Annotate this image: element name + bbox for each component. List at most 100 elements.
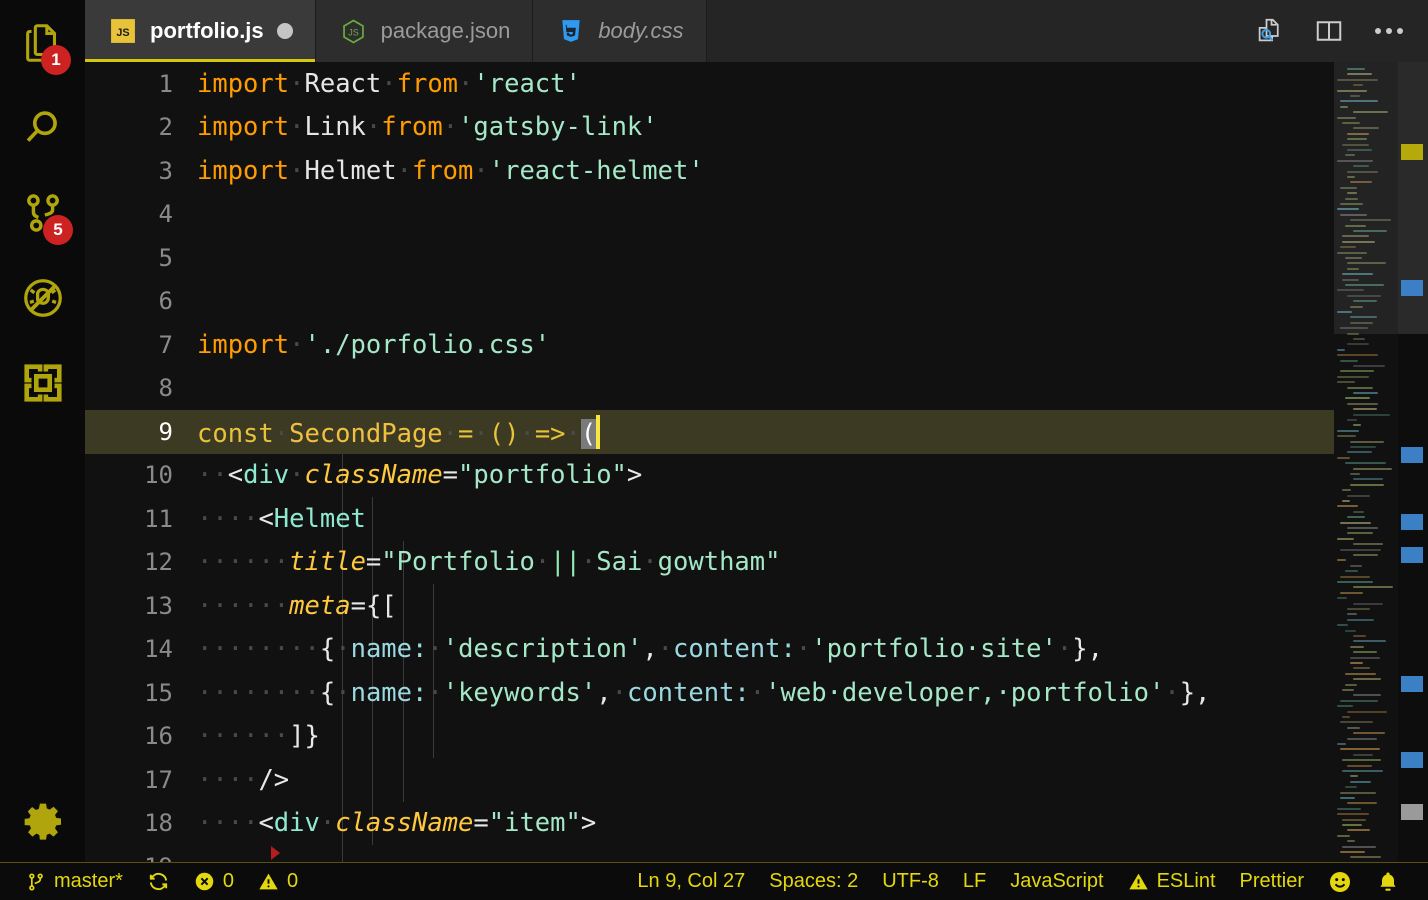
minimap[interactable] <box>1334 62 1398 862</box>
code-line[interactable]: 10··<div·className="portfolio"> <box>85 454 1334 498</box>
code-line[interactable]: 1import·React·from·'react' <box>85 62 1334 106</box>
status-indentation-label: Spaces: 2 <box>769 870 858 893</box>
open-preview-icon[interactable] <box>1252 14 1286 48</box>
code-line[interactable]: 17····/> <box>85 758 1334 802</box>
overview-ruler[interactable] <box>1398 62 1428 862</box>
tab-bar: JS portfolio.js JS package.json <box>85 0 1428 62</box>
dirty-indicator[interactable] <box>277 23 293 39</box>
code-content[interactable]: 1import·React·from·'react'2import·Link·f… <box>85 62 1334 862</box>
status-eol[interactable]: LF <box>951 863 998 900</box>
code-line[interactable]: 5 <box>85 236 1334 280</box>
minimap-row <box>1337 349 1345 351</box>
minimap-row <box>1350 473 1360 475</box>
minimap-row <box>1337 808 1361 810</box>
minimap-row <box>1350 657 1380 659</box>
line-text: ········{·name:·'description',·content:·… <box>197 634 1334 664</box>
token: · <box>443 112 458 142</box>
token: "portfolio" <box>458 460 627 490</box>
status-language-mode[interactable]: JavaScript <box>998 863 1115 900</box>
minimap-row <box>1340 592 1363 594</box>
code-line[interactable]: 18····<div·className="item"> <box>85 802 1334 846</box>
minimap-row <box>1337 381 1355 383</box>
minimap-row <box>1353 511 1364 513</box>
code-line[interactable]: 12······title="Portfolio·||·Sai·gowtham" <box>85 541 1334 585</box>
js-icon: JS <box>109 17 137 45</box>
minimap-row <box>1350 441 1384 443</box>
more-actions-icon[interactable] <box>1372 14 1406 48</box>
token: ·· <box>228 678 259 708</box>
code-line[interactable]: 2import·Link·from·'gatsby-link' <box>85 106 1334 150</box>
token: ·· <box>258 678 289 708</box>
token: import <box>197 112 289 142</box>
status-warnings[interactable]: 0 <box>246 863 310 900</box>
token: ]} <box>289 721 320 751</box>
minimap-row <box>1337 624 1348 626</box>
source-control-badge: 5 <box>43 215 73 245</box>
token: {[ <box>366 591 397 621</box>
tab-body-css[interactable]: body.css <box>533 0 706 62</box>
status-prettier-label: Prettier <box>1240 870 1304 893</box>
fold-marker-icon[interactable] <box>271 846 280 860</box>
minimap-row <box>1337 430 1359 432</box>
minimap-row <box>1353 424 1361 426</box>
token: from <box>381 112 442 142</box>
status-feedback[interactable] <box>1316 863 1364 900</box>
token: SecondPage <box>289 419 443 449</box>
minimap-row <box>1350 484 1384 486</box>
code-line[interactable]: 7import·'./porfolio.css' <box>85 323 1334 367</box>
minimap-row <box>1337 559 1346 561</box>
activity-item-run-debug[interactable] <box>0 255 85 340</box>
token: · <box>566 419 581 449</box>
code-line[interactable]: 11····<Helmet <box>85 497 1334 541</box>
ruler-decoration <box>1401 547 1423 563</box>
line-text: ······]} <box>197 721 1334 751</box>
code-line[interactable]: 15········{·name:·'keywords',·content:·'… <box>85 671 1334 715</box>
code-line[interactable]: 13······meta={[ <box>85 584 1334 628</box>
token: ·· <box>228 504 259 534</box>
status-prettier[interactable]: Prettier <box>1228 863 1316 900</box>
code-line[interactable]: 16······]} <box>85 715 1334 759</box>
tab-label: body.css <box>598 18 683 44</box>
status-branch[interactable]: master* <box>14 863 135 900</box>
split-editor-icon[interactable] <box>1312 14 1346 48</box>
status-notifications[interactable] <box>1364 863 1412 900</box>
editor: 1import·React·from·'react'2import·Link·f… <box>85 62 1428 862</box>
token: , <box>642 634 657 664</box>
line-number: 16 <box>85 722 197 750</box>
token: · <box>289 112 304 142</box>
token: 'portfolio·site' <box>811 634 1057 664</box>
token: ·· <box>197 765 228 795</box>
status-cursor-position[interactable]: Ln 9, Col 27 <box>625 863 757 900</box>
status-indentation[interactable]: Spaces: 2 <box>757 863 870 900</box>
minimap-slider[interactable] <box>1334 62 1398 334</box>
minimap-row <box>1340 721 1373 723</box>
token: const <box>197 419 274 449</box>
activity-item-explorer[interactable]: 1 <box>0 0 85 85</box>
line-text: import·'./porfolio.css' <box>197 330 1334 360</box>
code-line[interactable]: 4 <box>85 193 1334 237</box>
token: · <box>458 69 473 99</box>
status-errors[interactable]: 0 <box>182 863 246 900</box>
token: name: <box>351 678 428 708</box>
code-line[interactable]: 8 <box>85 367 1334 411</box>
code-line[interactable]: 6 <box>85 280 1334 324</box>
activity-item-search[interactable] <box>0 85 85 170</box>
token: ·· <box>228 721 259 751</box>
code-line[interactable]: 9const·SecondPage·=·()·=>·( <box>85 410 1334 454</box>
tab-portfolio-js[interactable]: JS portfolio.js <box>85 0 316 62</box>
minimap-row <box>1340 576 1370 578</box>
ruler-decoration <box>1401 676 1423 692</box>
token: ·· <box>258 721 289 751</box>
activity-item-extensions[interactable] <box>0 340 85 425</box>
status-sync[interactable] <box>135 863 182 900</box>
status-encoding[interactable]: UTF-8 <box>870 863 951 900</box>
tab-package-json[interactable]: JS package.json <box>316 0 534 62</box>
line-text: ····/> <box>197 765 1334 795</box>
activity-item-source-control[interactable]: 5 <box>0 170 85 255</box>
code-line[interactable]: 3import·Helmet·from·'react-helmet' <box>85 149 1334 193</box>
token: ·· <box>228 634 259 664</box>
token: name: <box>351 634 428 664</box>
status-eslint[interactable]: ESLint <box>1116 863 1228 900</box>
code-line[interactable]: 14········{·name:·'description',·content… <box>85 628 1334 672</box>
activity-item-settings[interactable] <box>0 782 85 862</box>
